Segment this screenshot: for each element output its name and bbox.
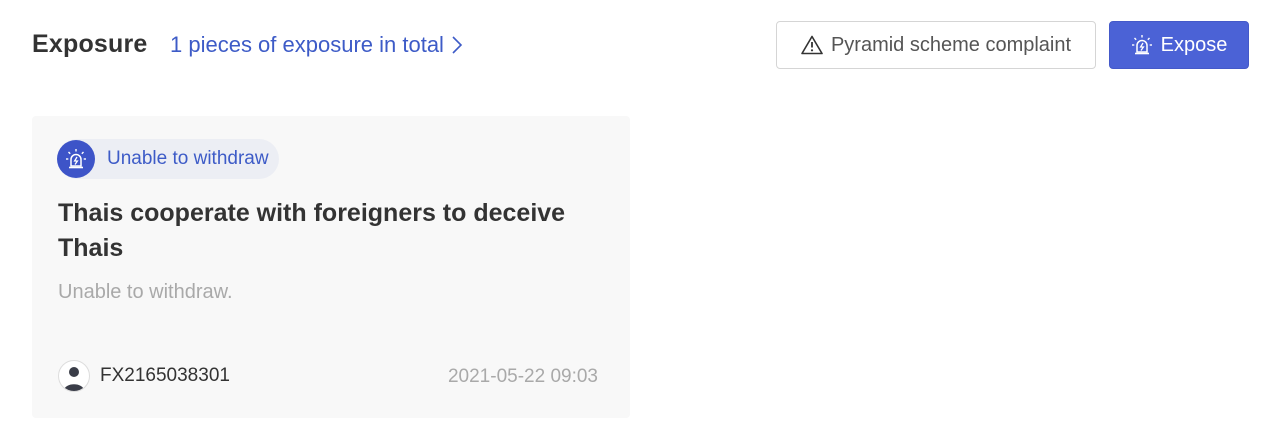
category-tag: Unable to withdraw bbox=[57, 139, 279, 179]
alarm-siren-icon bbox=[1131, 35, 1152, 55]
page-title: Exposure bbox=[32, 30, 148, 58]
category-tag-label: Unable to withdraw bbox=[107, 148, 269, 169]
alarm-siren-icon bbox=[57, 140, 95, 178]
exposure-count-link[interactable]: 1 pieces of exposure in total bbox=[170, 32, 464, 58]
chevron-right-icon bbox=[452, 36, 463, 54]
card-description: Unable to withdraw. bbox=[58, 281, 233, 303]
author-info: FX2165038301 bbox=[58, 360, 230, 392]
post-date: 2021-05-22 09:03 bbox=[447, 366, 598, 387]
exposure-count-label: 1 pieces of exposure in total bbox=[170, 32, 444, 57]
user-avatar-icon bbox=[58, 360, 90, 392]
warning-triangle-icon bbox=[801, 35, 823, 55]
card-title[interactable]: Thais cooperate with foreigners to decei… bbox=[58, 196, 618, 266]
pyramid-complaint-button[interactable]: Pyramid scheme complaint bbox=[776, 21, 1096, 69]
exposure-card[interactable]: Unable to withdraw Thais cooperate with … bbox=[32, 116, 630, 418]
expose-button[interactable]: Expose bbox=[1109, 21, 1249, 69]
expose-label: Expose bbox=[1160, 33, 1228, 56]
pyramid-complaint-label: Pyramid scheme complaint bbox=[830, 33, 1072, 56]
page-header: Exposure 1 pieces of exposure in total P… bbox=[0, 0, 1268, 92]
author-name: FX2165038301 bbox=[100, 365, 230, 386]
